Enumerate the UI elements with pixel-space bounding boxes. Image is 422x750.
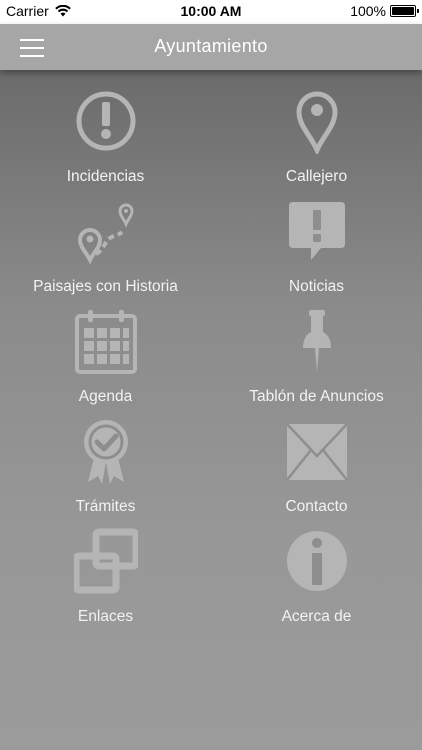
calendar-icon [74,308,138,374]
navigation-bar: Ayuntamiento [0,24,422,70]
battery-indicator: 100% [350,3,419,19]
links-icon [73,528,138,594]
menu-item-label: Agenda [78,388,133,405]
menu-item-contacto[interactable]: Contacto [211,418,422,528]
certificate-badge-icon [74,418,138,484]
menu-item-noticias[interactable]: Noticias [211,198,422,308]
menu-item-label: Acerca de [281,608,352,625]
menu-item-acerca-de[interactable]: Acerca de [211,528,422,638]
map-pin-icon [285,88,349,154]
menu-item-callejero[interactable]: Callejero [211,88,422,198]
pushpin-icon [285,308,349,374]
page-title: Ayuntamiento [154,36,268,56]
battery-percent: 100% [350,3,386,19]
menu-item-label: Trámites [75,498,136,515]
main-menu: Incidencias Callejero Paisajes con Histo… [0,70,422,750]
exclamation-circle-icon [74,88,138,154]
status-bar: Carrier 10:00 AM 100% [0,0,422,24]
menu-item-enlaces[interactable]: Enlaces [0,528,211,638]
menu-item-agenda[interactable]: Agenda [0,308,211,418]
battery-icon [390,5,419,17]
menu-item-label: Callejero [285,168,348,185]
news-alert-bubble-icon [285,198,349,264]
menu-item-tablon-de-anuncios[interactable]: Tablón de Anuncios [211,308,422,418]
envelope-icon [285,418,349,484]
menu-item-paisajes-con-historia[interactable]: Paisajes con Historia [0,198,211,308]
menu-item-incidencias[interactable]: Incidencias [0,88,211,198]
info-circle-icon [285,528,349,594]
menu-item-label: Enlaces [77,608,134,625]
menu-item-label: Tablón de Anuncios [249,388,384,405]
menu-item-label: Incidencias [66,168,145,185]
menu-item-label: Contacto [285,498,348,515]
menu-item-label: Noticias [288,278,345,295]
menu-item-tramites[interactable]: Trámites [0,418,211,528]
route-pins-icon [74,198,138,264]
menu-item-label: Paisajes con Historia [33,278,178,295]
